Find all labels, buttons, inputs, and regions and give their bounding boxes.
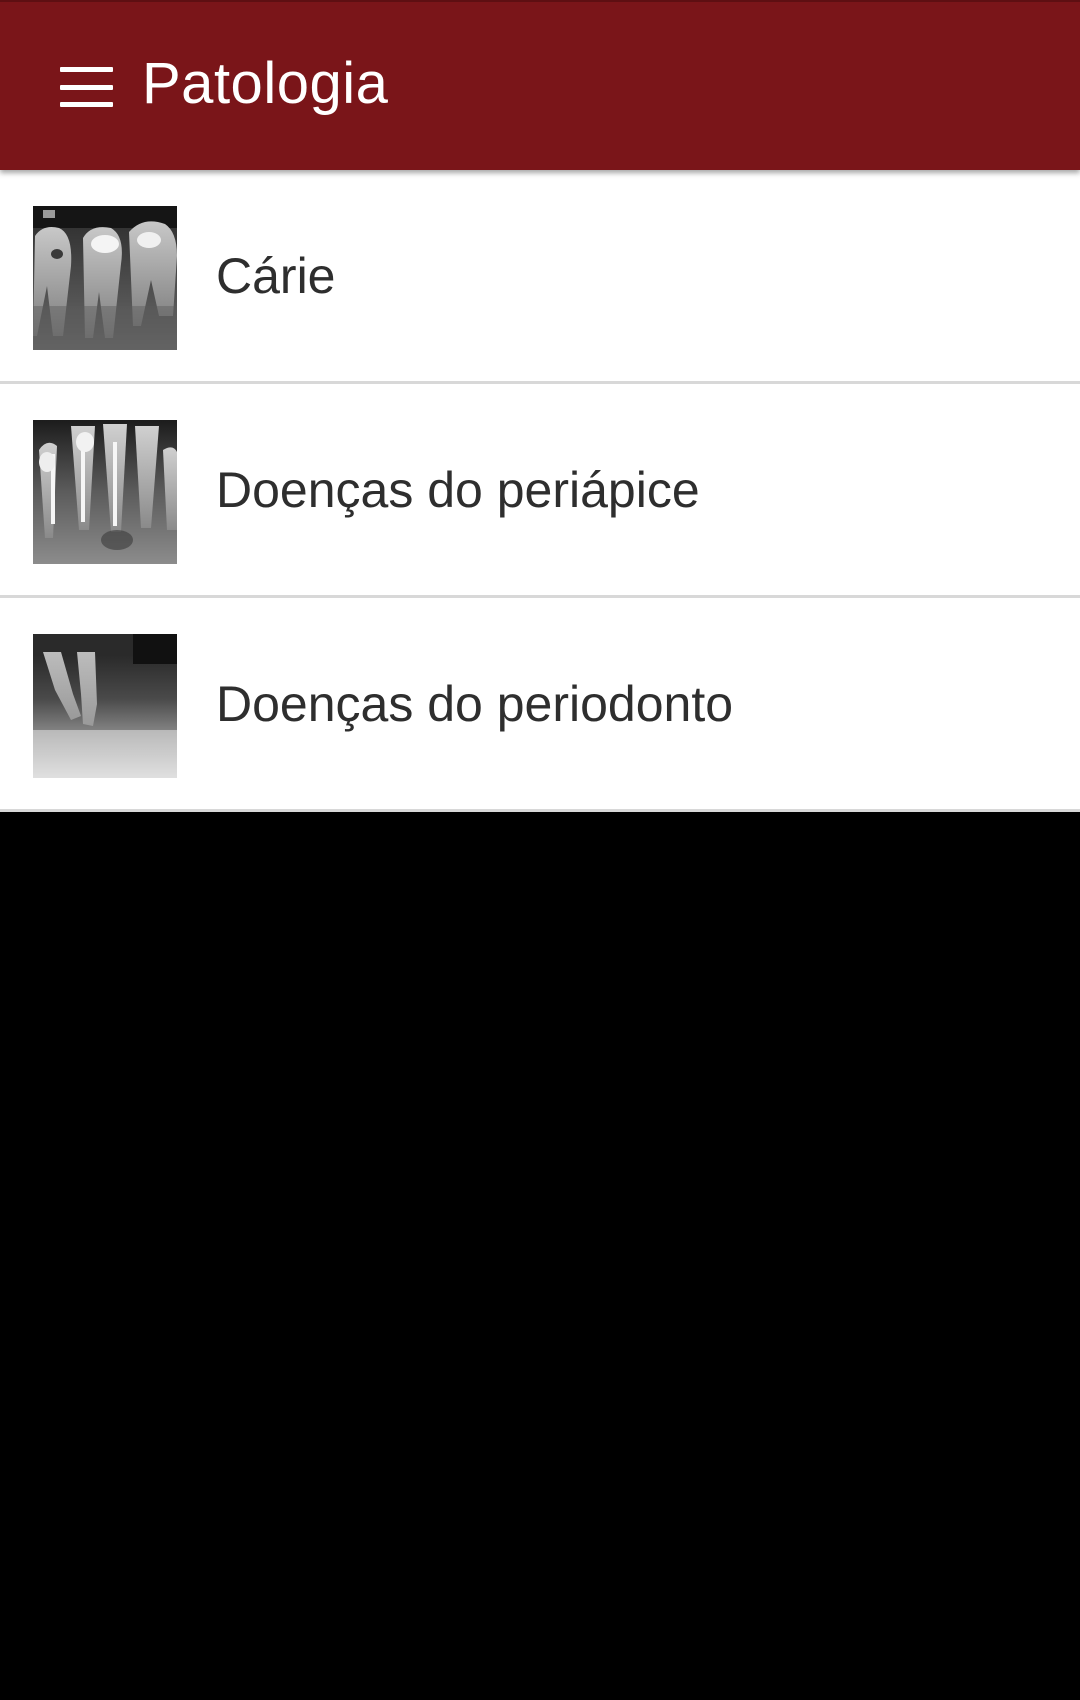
pathology-list: Cárie Doenças do periápice Doenças do pe… (0, 170, 1080, 812)
list-item-periapice[interactable]: Doenças do periápice (0, 384, 1080, 598)
list-item-label: Cárie (216, 247, 336, 304)
hamburger-menu-icon (59, 67, 113, 107)
xray-periapical-thumbnail (33, 420, 177, 564)
toolbar-top-edge (0, 0, 1080, 2)
list-item-periodonto[interactable]: Doenças do periodonto (0, 598, 1080, 812)
page-title: Patologia (142, 51, 389, 116)
app-screen: Patologia Cárie Doenças do periápice Doe… (0, 0, 1080, 1700)
app-toolbar: Patologia (0, 0, 1080, 170)
list-item-label: Doenças do periápice (216, 461, 700, 518)
list-item-label: Doenças do periodonto (216, 675, 734, 732)
xray-caries-thumbnail (33, 206, 177, 350)
list-item-carie[interactable]: Cárie (0, 170, 1080, 384)
xray-periodontal-thumbnail (33, 634, 177, 778)
menu-button[interactable] (46, 50, 126, 124)
